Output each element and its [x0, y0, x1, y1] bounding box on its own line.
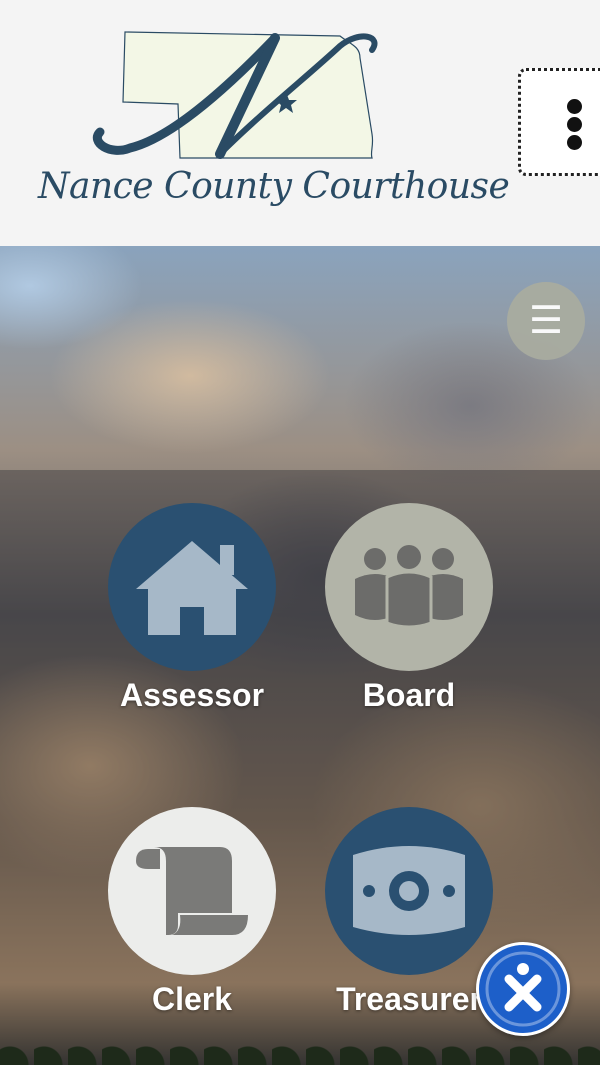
accessibility-button[interactable] [476, 942, 570, 1036]
logo-title: Nance County Courthouse [38, 166, 510, 207]
more-vertical-icon-dot [567, 135, 582, 150]
clerk-circle [108, 807, 276, 975]
board-circle [325, 503, 493, 671]
assessor-circle [108, 503, 276, 671]
site-header: Nance County Courthouse [0, 0, 600, 246]
more-options-button[interactable] [518, 68, 600, 176]
tile-label-assessor: Assessor [119, 677, 265, 713]
tile-label-clerk: Clerk [151, 981, 233, 1017]
accessibility-icon [485, 951, 561, 1027]
site-logo[interactable]: Nance County Courthouse [30, 24, 510, 224]
house-icon [136, 541, 248, 635]
more-vertical-icon [567, 99, 582, 114]
hamburger-menu-button[interactable]: ☰ [507, 282, 585, 360]
scroll-icon [136, 847, 248, 935]
people-group-icon [355, 545, 463, 629]
more-vertical-icon-dot [567, 117, 582, 132]
tree-silhouette [0, 1035, 600, 1065]
nebraska-map-icon [93, 31, 378, 159]
tile-label-board: Board [362, 677, 456, 713]
tile-board[interactable]: Board [299, 503, 519, 714]
money-bill-icon [353, 846, 465, 935]
tile-clerk[interactable]: Clerk [82, 807, 302, 1018]
hamburger-icon: ☰ [528, 300, 564, 342]
treasurer-circle [325, 807, 493, 975]
tile-assessor[interactable]: Assessor [82, 503, 302, 714]
